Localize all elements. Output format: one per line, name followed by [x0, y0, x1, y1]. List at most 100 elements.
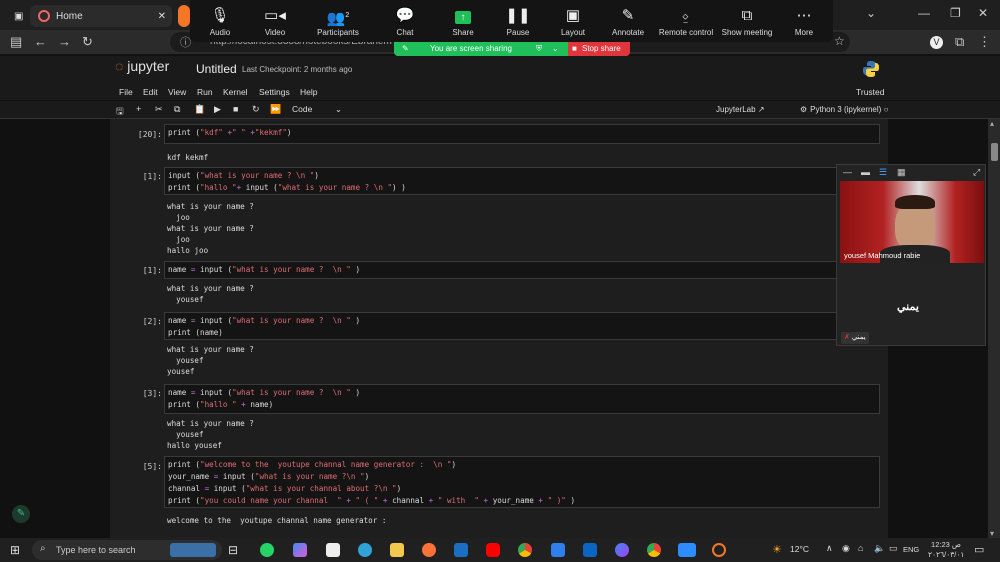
minimize-icon[interactable]: — — [918, 6, 930, 20]
notebook-title[interactable]: Untitled — [196, 62, 237, 76]
run-icon[interactable]: ▶ — [214, 104, 221, 115]
notifications-icon[interactable]: ▭ — [974, 543, 984, 556]
paste-icon[interactable]: 📋 — [194, 104, 205, 115]
cell-input[interactable]: name = input ("what is your name ? \n " … — [164, 261, 880, 279]
network-icon[interactable]: ⌂ — [858, 543, 863, 553]
file-explorer-icon[interactable] — [390, 543, 404, 557]
menu-view[interactable]: View — [168, 87, 186, 97]
remote-control-button[interactable]: ⍚ Remote control — [651, 4, 721, 37]
tab-home[interactable]: Home ✕ — [30, 5, 172, 27]
close-tab-icon[interactable]: ✕ — [158, 11, 166, 22]
scroll-down-icon[interactable]: ▾ — [990, 529, 994, 538]
jupyter-header: ◌ jupyter Untitled Last Checkpoint: 2 mo… — [0, 56, 1000, 84]
grid-view-icon[interactable]: ▦ — [897, 167, 906, 178]
input-language[interactable]: ENG — [903, 545, 919, 554]
menu-settings[interactable]: Settings — [259, 87, 290, 97]
expand-icon[interactable]: ⤢ — [973, 167, 980, 178]
edit-pencil-icon[interactable]: ✎ — [12, 505, 30, 523]
temperature[interactable]: 12°C — [790, 544, 809, 554]
menu-kernel[interactable]: Kernel — [223, 87, 248, 97]
restore-icon[interactable]: ❐ — [950, 6, 961, 20]
taskbar-search-placeholder: Type here to search — [56, 545, 136, 555]
tray-chevron-icon[interactable]: ∧ — [826, 543, 833, 554]
minimize-panel-icon[interactable]: — — [843, 167, 852, 177]
chevron-down-icon: ⌄ — [334, 104, 342, 114]
menu-edit[interactable]: Edit — [143, 87, 158, 97]
volume-icon[interactable]: 🔈 — [874, 543, 885, 554]
cell-input[interactable]: input ("what is your name ? \n ") print … — [164, 167, 880, 195]
cell-input[interactable]: print ("kdf" +" " +"kekmf") — [164, 124, 880, 144]
task-view-icon[interactable]: ⊟ — [228, 543, 238, 557]
store-icon[interactable] — [326, 543, 340, 557]
menu-file[interactable]: File — [119, 87, 133, 97]
close-window-icon[interactable]: ✕ — [978, 6, 988, 20]
weather-icon: ☀ — [772, 544, 782, 556]
shield-icon: ⛨ — [536, 44, 542, 53]
extensions-icon[interactable]: ⧉ — [955, 34, 964, 50]
save-icon[interactable]: 🖫 — [116, 104, 124, 120]
kernel-status[interactable]: ⚙ Python 3 (ipykernel) ○ — [800, 105, 888, 114]
trusted-indicator[interactable]: Trusted — [856, 87, 885, 97]
whatsapp-icon[interactable] — [260, 543, 274, 557]
taskbar-search[interactable]: ⌕ Type here to search — [32, 540, 222, 560]
jupyter-taskbar-icon[interactable] — [712, 543, 726, 557]
audio-label: Audio — [209, 28, 231, 37]
cell-output: what is your name ? joo what is your nam… — [167, 202, 254, 255]
linkedin-icon[interactable] — [583, 543, 597, 557]
jupyterlab-link[interactable]: JupyterLab ↗ — [716, 105, 765, 114]
vscode-icon[interactable] — [551, 543, 565, 557]
outlook-icon[interactable] — [454, 543, 468, 557]
python-logo-icon — [863, 61, 879, 77]
refresh-icon[interactable]: ↻ — [82, 34, 93, 50]
browser-logo-icon — [38, 10, 50, 22]
windows-start-icon[interactable]: ⊞ — [10, 543, 20, 557]
video-label: Video — [264, 28, 286, 37]
menu-help[interactable]: Help — [300, 87, 317, 97]
cell-input[interactable]: print ("welcome to the youtupe channal n… — [164, 456, 880, 508]
stop-share-button[interactable]: ■ Stop share — [568, 42, 630, 56]
youtube-icon[interactable] — [486, 543, 500, 557]
chrome-icon[interactable] — [518, 543, 532, 557]
chevron-down-icon[interactable]: ⌄ — [552, 44, 559, 53]
sidebar-icon[interactable]: ▤ — [10, 34, 22, 50]
gallery-strip-icon[interactable]: ☰ — [879, 167, 887, 178]
back-icon[interactable]: ← — [34, 34, 47, 49]
scroll-thumb[interactable] — [991, 143, 998, 161]
chevron-down-icon[interactable]: ⌄ — [866, 6, 876, 20]
copilot-icon[interactable] — [293, 543, 307, 557]
scroll-up-icon[interactable]: ▴ — [990, 119, 994, 128]
speaker-view-icon[interactable]: ▬ — [861, 167, 870, 177]
participants-button[interactable]: 👥2 Participants — [303, 4, 373, 37]
tab-actions-icon[interactable]: ▣ — [6, 5, 23, 27]
forward-icon[interactable]: → — [58, 34, 71, 49]
jupyter-logo[interactable]: ◌ jupyter — [115, 58, 169, 74]
self-tag-label: يمني — [851, 334, 866, 341]
chrome-profile-icon[interactable] — [647, 543, 661, 557]
copy-icon[interactable]: ⧉ — [174, 104, 180, 115]
menu-run[interactable]: Run — [197, 87, 213, 97]
gemini-icon[interactable] — [615, 543, 629, 557]
restart-run-all-icon[interactable]: ⏩ — [270, 104, 281, 115]
notebook-scrollbar[interactable]: ▴ ▾ — [988, 119, 1000, 538]
tab-home-label: Home — [56, 10, 83, 22]
cell-input[interactable]: name = input ("what is your name ? \n " … — [164, 312, 880, 340]
battery-icon[interactable]: ▭ — [889, 543, 898, 554]
zoom-video-panel[interactable]: — ▬ ☰ ▦ ⤢ yousef Mahmoud rabie يمني ✗ يم… — [836, 164, 986, 346]
cut-icon[interactable]: ✂ — [155, 104, 163, 115]
cell-type-select[interactable]: Code ⌄ — [292, 104, 344, 114]
profile-icon[interactable]: V — [930, 36, 943, 49]
search-highlight-image — [170, 543, 216, 557]
restart-icon[interactable]: ↻ — [252, 104, 260, 115]
menu-dots-icon[interactable]: ⋮ — [978, 34, 991, 50]
more-button[interactable]: ⋯ More — [769, 4, 839, 37]
add-cell-icon[interactable]: + — [136, 104, 141, 114]
edge-icon[interactable] — [358, 543, 372, 557]
windows-taskbar: ⊞ ⌕ Type here to search ⊟ ☀ 12°C ∧ ◉ ⌂ 🔈… — [0, 538, 1000, 562]
stop-kernel-icon[interactable]: ■ — [233, 104, 238, 114]
video-button[interactable]: ▭◂ Video — [240, 4, 310, 37]
firefox-icon[interactable] — [422, 543, 436, 557]
tray-app-icon[interactable]: ◉ — [842, 543, 850, 554]
cell-input[interactable]: name = input ("what is your name ? \n " … — [164, 384, 880, 414]
clock[interactable]: 12:23 ص ٢٠٢٦/٠٣/٠١ — [928, 540, 964, 560]
zoom-icon[interactable] — [678, 543, 696, 557]
